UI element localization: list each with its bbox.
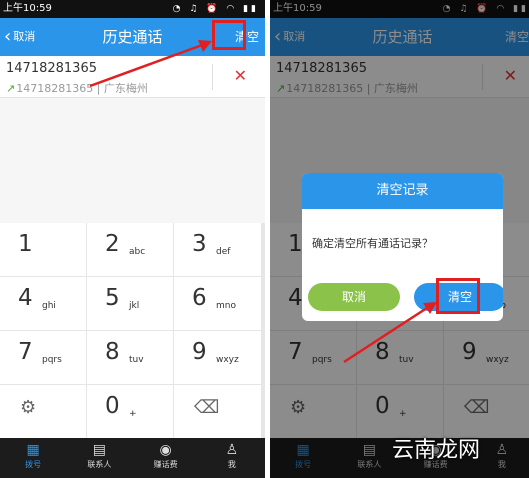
screen-history: 上午10:59 ◔ ♫ ⏰ ◠ ▮▮ ‹ 取消 历史通话 清空 147182813… <box>0 0 265 478</box>
red-arrow-annotation <box>343 302 437 364</box>
watermark: 云南龙网 <box>392 438 481 463</box>
red-arrow-annotation <box>89 40 212 88</box>
screen-confirm: 上午10:59 ◔ ♫ ⏰ ◠ ▮▮ ‹ 取消 历史通话 清空 147182813… <box>270 0 529 478</box>
